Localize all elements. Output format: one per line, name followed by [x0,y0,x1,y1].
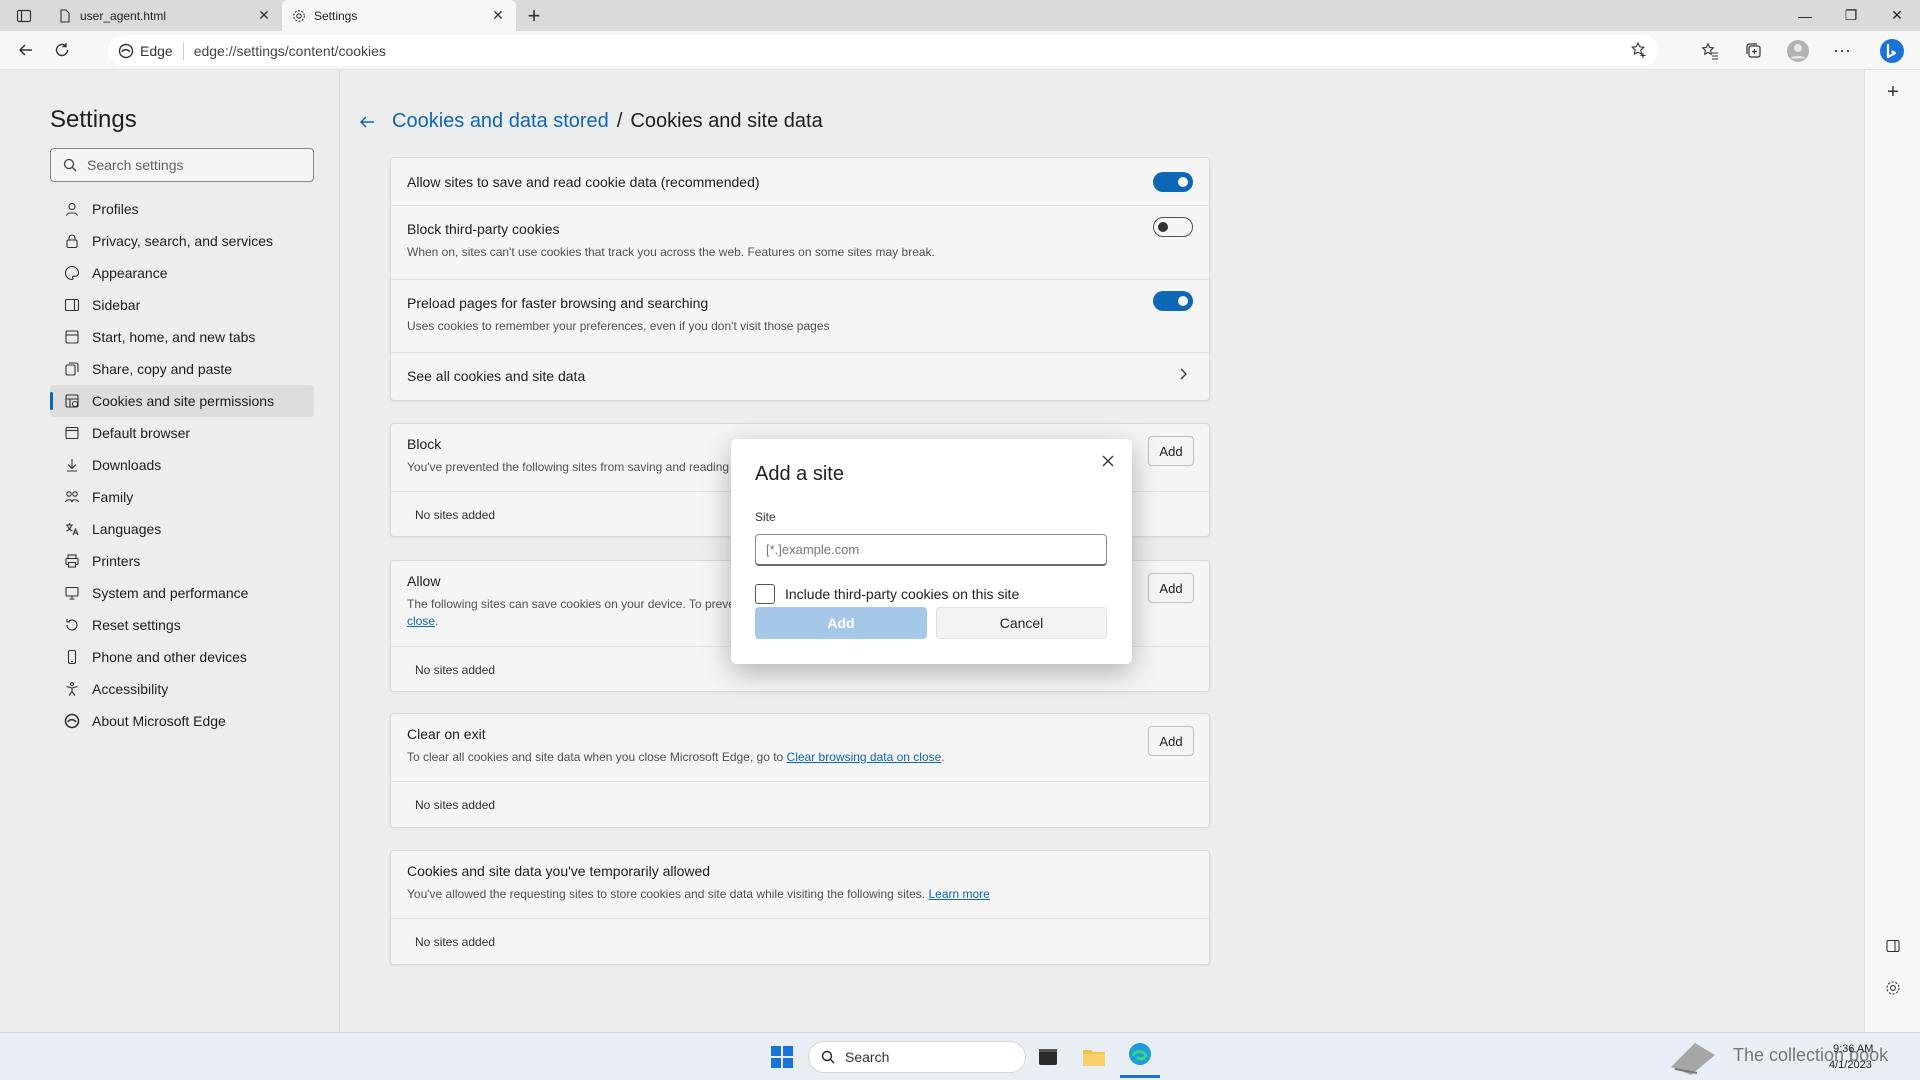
folder-icon [1083,1050,1105,1066]
third-party-checkbox-row[interactable]: Include third-party cookies on this site [755,584,1019,604]
terminal-icon [1039,1049,1057,1065]
refresh-icon [55,43,69,57]
search-icon [821,1050,835,1064]
minimize-icon: — [1798,7,1812,24]
close-window-button[interactable]: ✕ [1874,0,1920,31]
restore-icon: ❐ [1844,7,1858,23]
dialog-title: Add a site [755,463,844,485]
edge-icon [118,43,134,58]
collections-icon [1746,42,1761,58]
book-logo-icon [1671,1043,1715,1075]
taskbar-file-explorer[interactable] [1076,1033,1112,1080]
clock-time[interactable]: 9:36 AM [1833,1043,1873,1055]
close-icon: ✕ [1891,7,1903,23]
restore-button[interactable]: ❐ [1828,0,1874,31]
url-text: edge://settings/content/cookies [193,42,386,59]
tab-user-agent[interactable]: user_agent.html ✕ [48,0,282,31]
sidebar-add-button[interactable]: + [1865,74,1920,110]
address-toolbar: Edge edge://settings/content/cookies ··· [0,31,1920,70]
taskbar-search-label: Search [845,1049,890,1065]
clock-date[interactable]: 4/1/2023 [1829,1059,1872,1071]
more-options-button[interactable]: ··· [1820,31,1864,70]
refresh-button[interactable] [44,32,80,68]
tab-label: user_agent.html [80,8,167,23]
ellipsis-icon: ··· [1833,40,1851,60]
taskbar-edge-app[interactable] [1120,1033,1160,1078]
file-icon [60,8,70,23]
gear-icon [1886,981,1900,995]
dialog-close-button[interactable] [1094,447,1122,475]
minimize-button[interactable]: — [1782,0,1828,31]
address-bar[interactable]: Edge edge://settings/content/cookies [108,35,1658,66]
avatar-icon [1787,39,1809,62]
favorites-button[interactable] [1688,31,1732,70]
tab-actions-button[interactable] [0,0,48,31]
window-controls: — ❐ ✕ [1782,0,1920,31]
site-field-label: Site [755,510,776,524]
edge-icon [1129,1043,1151,1065]
add-site-dialog: Add a site Site Include third-party cook… [731,439,1132,664]
new-tab-button[interactable]: + [516,0,552,31]
favorites-icon [1701,42,1718,60]
tab-actions-icon [16,9,32,22]
tab-settings[interactable]: Settings ✕ [282,0,516,31]
windows-taskbar: Search The collection book 9:36 AM 4/1/2… [0,1032,1920,1080]
dialog-cancel-button[interactable]: Cancel [936,607,1107,639]
edge-sidebar: + [1864,70,1920,1032]
collections-button[interactable] [1732,31,1776,70]
tab-close-button[interactable]: ✕ [490,7,506,24]
star-plus-icon [1630,41,1646,58]
copilot-button[interactable] [1864,31,1920,70]
dialog-add-button[interactable]: Add [755,607,927,639]
hide-sidebar-button[interactable] [1865,928,1920,964]
plus-icon: + [1887,80,1899,103]
tab-strip: user_agent.html ✕ Settings ✕ + — ❐ ✕ [0,0,1920,31]
back-button[interactable] [8,32,44,68]
tab-close-button[interactable]: ✕ [256,7,272,24]
back-arrow-icon [18,44,32,56]
panel-icon [1886,939,1900,953]
site-chip-label: Edge [140,42,173,59]
site-info-chip[interactable]: Edge [118,41,184,60]
checkbox-label: Include third-party cookies on this site [785,586,1020,602]
bing-icon [1880,38,1904,63]
toolbar-actions: ··· [1688,31,1920,70]
taskbar-terminal-app[interactable] [1030,1033,1066,1080]
taskbar-search[interactable]: Search [808,1041,1026,1073]
third-party-checkbox[interactable] [755,584,775,604]
tab-label: Settings [314,8,358,23]
windows-icon [771,1046,793,1068]
profile-button[interactable] [1776,31,1820,70]
plus-icon: + [527,2,541,28]
add-favorite-button[interactable] [1630,41,1648,62]
close-icon [1102,455,1114,467]
gear-icon [293,9,305,22]
site-input[interactable] [755,534,1107,566]
customize-sidebar-button[interactable] [1865,970,1920,1006]
start-button[interactable] [764,1033,800,1080]
